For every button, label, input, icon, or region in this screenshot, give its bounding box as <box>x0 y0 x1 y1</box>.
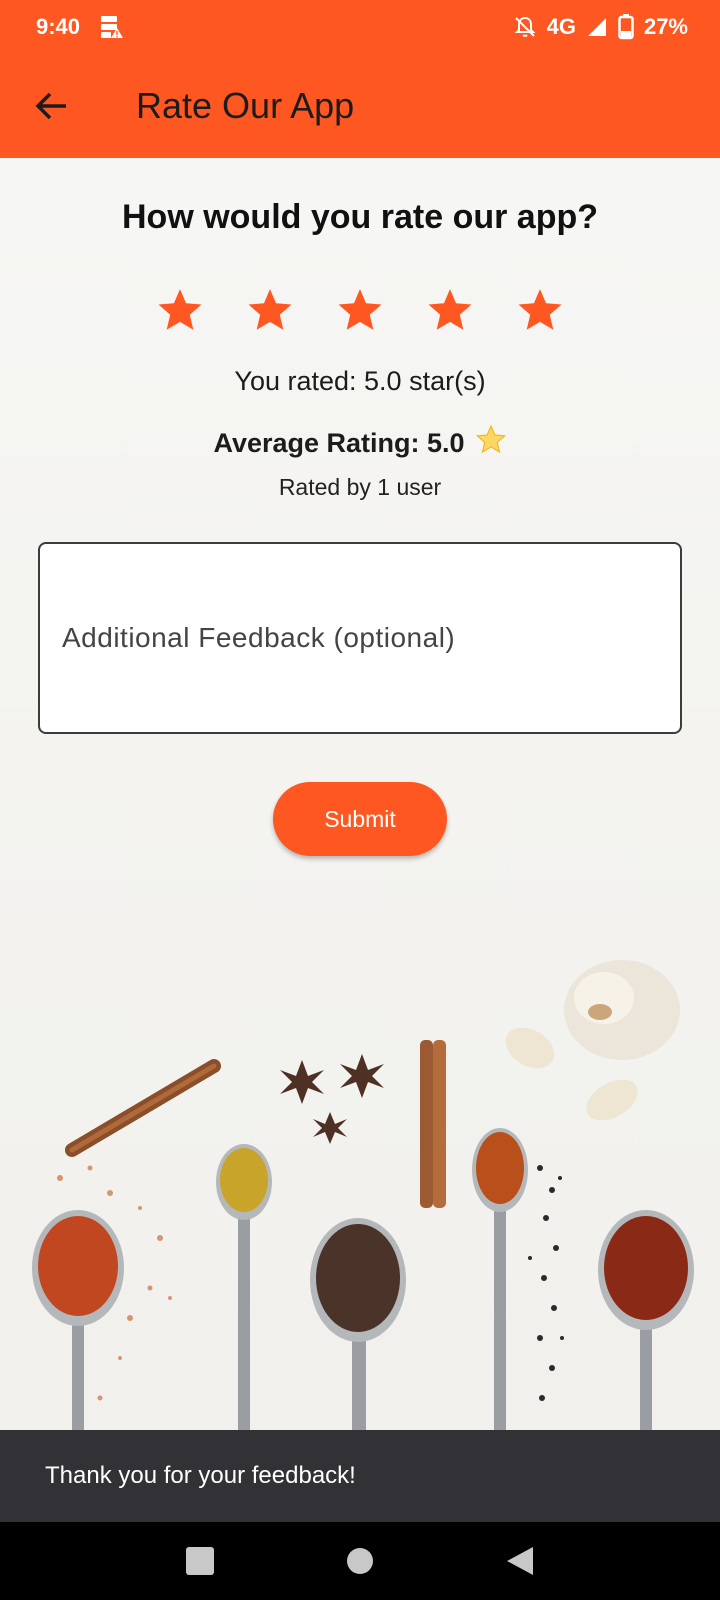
status-time: 9:40 <box>36 14 81 39</box>
average-rating-label: Average Rating: 5.0 <box>213 428 465 458</box>
black-seeds-image <box>528 1165 564 1401</box>
status-left: 9:40 <box>36 14 124 40</box>
star-2-button[interactable] <box>245 286 295 336</box>
status-bar: 9:40 4G 27% <box>0 0 720 54</box>
star-icon <box>518 289 562 330</box>
feedback-placeholder: Additional Feedback (optional) <box>62 622 456 653</box>
garlic-image <box>505 960 680 1121</box>
star-3-button[interactable] <box>335 286 385 336</box>
system-nav-bar <box>0 1522 720 1600</box>
feedback-input[interactable]: Additional Feedback (optional) <box>38 542 682 734</box>
star-icon <box>248 289 292 330</box>
recents-square-icon <box>186 1547 214 1575</box>
cinnamon-stick-image <box>65 1059 221 1157</box>
star-4-button[interactable] <box>425 286 475 336</box>
network-type: 4G <box>546 14 576 39</box>
back-triangle-icon <box>507 1547 533 1575</box>
star-icon <box>158 289 202 330</box>
rating-content: How would you rate our app? You rated: 5… <box>0 158 720 1430</box>
arrow-back-icon <box>35 92 66 120</box>
back-button[interactable] <box>22 76 82 136</box>
star-anise-image <box>280 1054 384 1144</box>
rating-question: How would you rate our app? <box>122 198 598 236</box>
signal-icon <box>586 16 608 38</box>
notifications-off-icon <box>513 15 537 39</box>
star-rating <box>0 286 720 336</box>
recents-button[interactable] <box>180 1541 220 1581</box>
page-title: Rate Our App <box>136 85 355 126</box>
cinnamon-sticks-image <box>420 1040 446 1208</box>
snackbar: Thank you for your feedback! <box>0 1430 720 1522</box>
spoons-image <box>32 1128 694 1430</box>
star-1-button[interactable] <box>155 286 205 336</box>
star-icon <box>428 289 472 330</box>
snackbar-message: Thank you for your feedback! <box>45 1462 356 1489</box>
home-button[interactable] <box>340 1541 380 1581</box>
nav-back-button[interactable] <box>500 1541 540 1581</box>
battery-percent: 27% <box>643 14 688 39</box>
battery-icon <box>618 14 634 40</box>
star-icon <box>338 289 382 330</box>
data-saver-icon <box>98 14 124 40</box>
spices-background-image <box>32 960 694 1430</box>
status-right: 4G 27% <box>513 14 688 40</box>
rated-by-count: Rated by 1 user <box>278 474 442 500</box>
your-rating-text: You rated: 5.0 star(s) <box>234 366 486 396</box>
star-5-button[interactable] <box>515 286 565 336</box>
average-rating: Average Rating: 5.0 <box>0 424 720 463</box>
star-emoji-icon <box>475 424 507 463</box>
submit-button[interactable]: Submit <box>273 782 447 856</box>
app-bar: Rate Our App <box>0 54 720 158</box>
home-circle-icon <box>347 1548 373 1574</box>
